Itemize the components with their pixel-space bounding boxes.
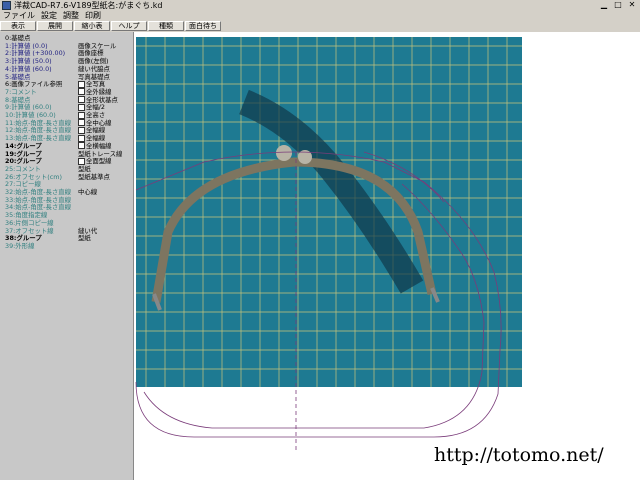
layer-checkbox[interactable] xyxy=(78,119,85,127)
toolbar-button-0[interactable]: 表示 xyxy=(0,21,36,31)
layer-row[interactable]: 39:外形線 xyxy=(0,242,133,250)
layer-checkbox[interactable] xyxy=(78,142,85,150)
minimize-icon[interactable]: ▁ xyxy=(598,0,610,10)
toolbar-button-2[interactable]: 縮小表 xyxy=(74,21,110,31)
toolbar-button-4[interactable]: 種類 xyxy=(148,21,184,31)
photo-image xyxy=(136,37,522,387)
layer-checkbox[interactable] xyxy=(78,111,85,119)
title-bar: 洋裁CAD-R7.6-V189型紙名:がまぐち.kd ▁ □ ✕ xyxy=(0,0,640,11)
layer-checkbox[interactable] xyxy=(78,96,85,104)
menu-item-3[interactable]: 印刷 xyxy=(82,11,104,21)
maximize-icon[interactable]: □ xyxy=(612,0,624,10)
toolbar-button-5[interactable]: 面白待ち xyxy=(185,21,221,31)
window-controls: ▁ □ ✕ xyxy=(598,0,638,11)
app-icon xyxy=(2,1,11,10)
layer-checkbox[interactable] xyxy=(78,126,85,134)
site-watermark: http://totomo.net/ xyxy=(434,444,604,466)
canvas-svg xyxy=(135,37,522,452)
layer-checkbox[interactable] xyxy=(78,103,85,111)
layer-checkbox[interactable] xyxy=(78,134,85,142)
layer-label: 39:外形線 xyxy=(5,241,35,250)
toolbar-button-3[interactable]: ヘルプ xyxy=(111,21,147,31)
drawing-canvas[interactable] xyxy=(134,32,640,480)
layer-checkbox[interactable] xyxy=(78,88,85,96)
menu-item-1[interactable]: 設定 xyxy=(38,11,60,21)
menu-bar: ファイル 設定 調整 印刷 xyxy=(0,11,640,21)
layer-checkbox[interactable] xyxy=(78,157,85,165)
menu-item-0[interactable]: ファイル xyxy=(0,11,38,21)
window-title: 洋裁CAD-R7.6-V189型紙名:がまぐち.kd xyxy=(14,1,163,10)
menu-item-2[interactable]: 調整 xyxy=(60,11,82,21)
layer-list: 0:基礎点 1:計算値 (0.0) 画像スケール 2:計算値 (+300.00) 画像座… xyxy=(0,32,134,480)
toolbar-button-1[interactable]: 展開 xyxy=(37,21,73,31)
close-icon[interactable]: ✕ xyxy=(626,0,638,10)
layer-checkbox[interactable] xyxy=(78,80,85,88)
